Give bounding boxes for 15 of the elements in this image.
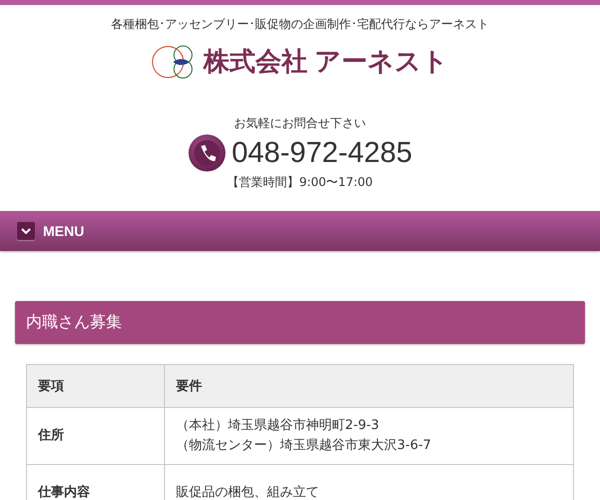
phone-number[interactable]: 048-972-4285: [232, 136, 412, 170]
column-header: 要項: [26, 364, 164, 408]
contact-prompt: お気軽にお問合せ下さい: [234, 115, 366, 132]
company-name: 株式会社 アーネスト: [203, 45, 449, 78]
tagline: 各種梱包･アッセンブリー･販促物の企画制作･宅配代行ならアーネスト: [110, 16, 490, 33]
row-label: 仕事内容: [26, 464, 164, 500]
table-cell-text: 販促品の梱包、組み立て: [176, 484, 320, 500]
table-cell-text: （本社）埼玉県越谷市神明町2-9-3: [176, 417, 380, 435]
menu-bar[interactable]: MENU: [0, 211, 600, 251]
column-header: 要件: [164, 364, 574, 408]
section-heading: 内職さん募集: [15, 301, 585, 344]
row-label: 住所: [26, 408, 164, 464]
table-cell-text: （物流センター）埼玉県越谷市東大沢3-6-7: [176, 437, 432, 455]
phone-icon[interactable]: [188, 134, 226, 172]
business-hours: 【営業時間】9:00〜17:00: [227, 174, 373, 191]
